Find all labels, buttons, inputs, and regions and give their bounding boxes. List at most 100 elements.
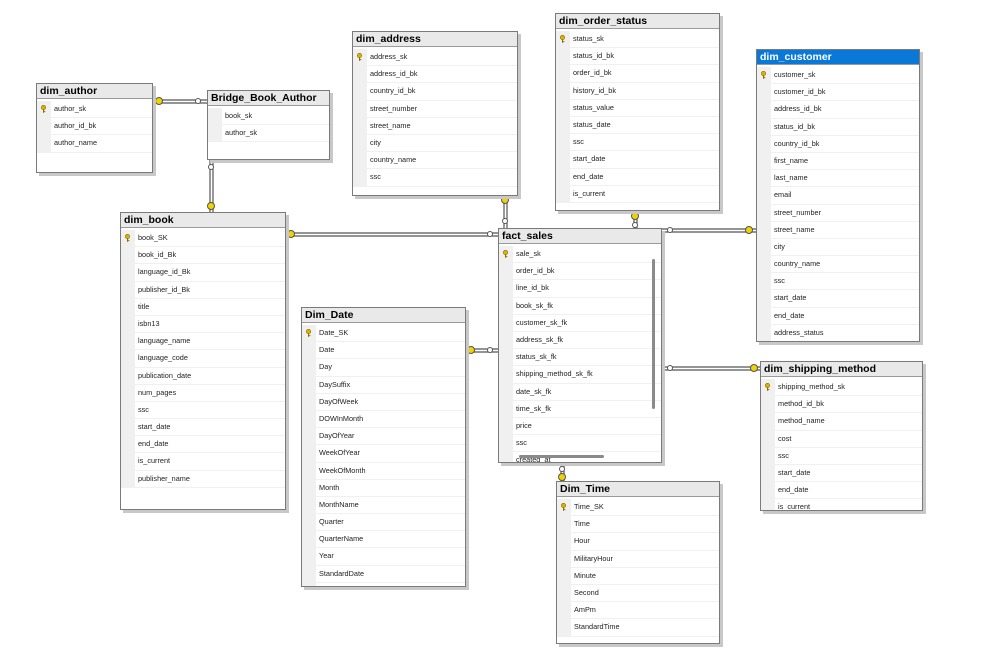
column-row[interactable]: ssc [771,273,919,291]
column-row[interactable]: book_SK [125,230,285,248]
column-row[interactable]: Date_SK [306,325,465,343]
column-row[interactable]: QuarterName [316,531,465,549]
rel-customer-fact[interactable] [662,226,756,234]
column-row[interactable]: price [513,418,661,436]
rel-status-fact[interactable] [631,211,639,228]
column-row[interactable]: Quarter [316,514,465,532]
column-row[interactable]: start_date [771,290,919,308]
column-row[interactable]: method_name [775,413,922,431]
column-row[interactable]: num_pages [135,385,285,402]
column-row[interactable]: method_id_bk [775,396,922,414]
column-row[interactable]: country_name [367,152,517,170]
column-row[interactable]: shipping_method_sk [765,379,922,397]
column-row[interactable]: ssc [513,435,661,453]
table-bridge-book-author[interactable]: Bridge_Book_Author book_sk author_sk [207,90,330,160]
column-row[interactable]: book_sk [222,108,329,126]
column-row[interactable]: is_current [135,453,285,471]
column-row[interactable]: ssc [135,402,285,420]
column-row[interactable]: status_sk [560,31,719,49]
column-row[interactable]: Hour [571,533,719,551]
column-row[interactable]: first_name [771,153,919,171]
column-row[interactable]: history_id_bk [570,83,719,100]
column-row[interactable]: end_date [135,436,285,454]
column-row[interactable]: Second [571,585,719,603]
column-row[interactable]: status_value [570,100,719,117]
column-row[interactable]: DayOfWeek [316,394,465,411]
column-row[interactable]: customer_sk [761,67,919,85]
column-row[interactable]: DaySuffix [316,377,465,394]
column-row[interactable]: AmPm [571,602,719,620]
column-row[interactable]: country_id_bk [367,83,517,101]
column-row[interactable]: DayOfYear [316,428,465,446]
column-row[interactable]: Time [571,516,719,534]
column-row[interactable]: language_id_Bk [135,264,285,282]
column-row[interactable]: Time_SK [561,499,719,517]
table-title[interactable]: dim_address [353,32,517,47]
column-row[interactable]: book_sk_fk [513,298,661,315]
table-title[interactable]: dim_shipping_method [761,362,922,377]
column-row[interactable]: publication_date [135,368,285,385]
column-row[interactable]: date_sk_fk [513,384,661,401]
table-title[interactable]: fact_sales [499,229,661,244]
column-row[interactable]: Day [316,359,465,377]
column-row[interactable]: time_sk_fk [513,401,661,418]
column-row[interactable]: ssc [570,134,719,152]
column-row[interactable]: street_number [771,205,919,222]
column-row[interactable]: status_sk_fk [513,349,661,367]
table-dim-author[interactable]: dim_author author_sk author_id_bk author_na… [36,83,153,173]
column-row[interactable]: MonthName [316,497,465,515]
table-dim-address[interactable]: dim_address address_sk address_id_bk countr… [352,31,518,196]
column-row[interactable]: publisher_id_Bk [135,282,285,299]
column-row[interactable]: book_id_Bk [135,247,285,265]
column-row[interactable]: is_current [570,186,719,203]
column-row[interactable]: author_id_bk [51,118,152,136]
column-row[interactable]: title [135,299,285,316]
column-row[interactable]: street_name [367,118,517,135]
column-row[interactable]: Year [316,548,465,566]
column-row[interactable]: ssc [775,448,922,465]
column-row[interactable]: is_current [775,499,922,510]
column-row[interactable]: end_date [771,308,919,325]
column-row[interactable]: street_number [367,101,517,118]
table-fact-sales[interactable]: fact_sales sale_sk order_id_bk line_id_bk bo… [498,228,662,463]
column-row[interactable]: shipping_method_sk_fk [513,366,661,384]
column-row[interactable]: author_sk [222,125,329,143]
table-dim-book[interactable]: dim_book book_SK book_id_Bk language_id_Bk p… [120,212,286,510]
column-row[interactable]: country_name [771,256,919,274]
column-row[interactable]: Minute [571,568,719,585]
column-row[interactable]: language_name [135,333,285,351]
column-row[interactable]: isbn13 [135,316,285,334]
table-title[interactable]: dim_book [121,213,285,228]
table-title[interactable]: Bridge_Book_Author [208,91,329,106]
column-row[interactable]: Holiday_name_en [316,583,465,587]
column-row[interactable]: address_id_bk [771,101,919,119]
column-row[interactable]: order_id_bk [513,263,661,281]
column-row[interactable]: street_name [771,222,919,239]
table-dim-time[interactable]: Dim_Time Time_SK Time Hour MilitaryHour Minut… [556,481,720,644]
column-row[interactable]: MilitaryHour [571,551,719,568]
rel-address-fact[interactable] [501,196,509,228]
column-row[interactable]: address_sk [357,49,517,67]
column-row[interactable]: language_code [135,350,285,368]
table-dim-customer[interactable]: dim_customer customer_sk customer_id_bk add… [756,49,920,342]
column-row[interactable]: status_id_bk [570,48,719,66]
column-row[interactable]: customer_sk_fk [513,315,661,332]
column-row[interactable]: WeekOfYear [316,445,465,463]
column-row[interactable]: city [771,239,919,257]
table-title[interactable]: Dim_Date [302,308,465,323]
rel-date-fact[interactable] [465,346,498,354]
column-row[interactable]: author_sk [41,101,152,119]
column-row[interactable]: sale_sk [503,246,661,264]
table-title[interactable]: Dim_Time [557,482,719,497]
column-row[interactable]: order_id_bk [570,65,719,83]
column-row[interactable]: start_date [570,151,719,169]
column-row[interactable]: status_date [570,117,719,135]
column-row[interactable]: email [771,187,919,205]
column-row[interactable]: address_id_bk [367,66,517,84]
column-row[interactable]: WeekOfMonth [316,463,465,480]
column-row[interactable]: StandardTime [571,619,719,637]
rel-book-fact[interactable] [286,230,498,238]
column-row[interactable]: end_date [570,169,719,186]
column-row[interactable]: customer_id_bk [771,84,919,102]
rel-shipping-fact[interactable] [662,364,760,372]
